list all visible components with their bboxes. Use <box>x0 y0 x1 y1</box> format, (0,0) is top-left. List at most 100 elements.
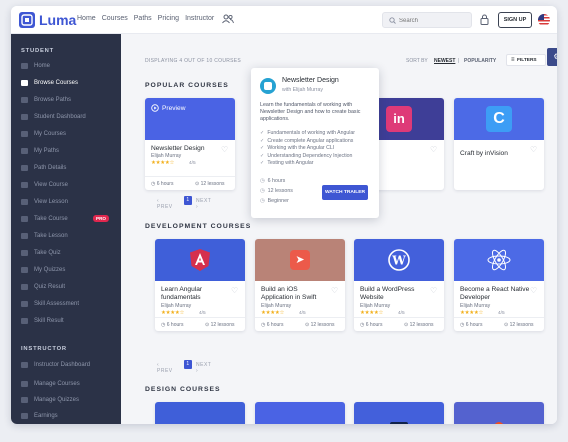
pagination-next[interactable]: NEXT › <box>196 198 211 210</box>
course-author: Elijah Murray <box>151 153 182 159</box>
pagination-next[interactable]: NEXT › <box>196 362 211 374</box>
course-title[interactable]: Craft by inVision <box>460 150 530 158</box>
sidebar-item-browse-courses[interactable]: Browse Courses <box>21 78 78 88</box>
sidebar-item-instructor-dashboard[interactable]: Instructor Dashboard <box>21 360 90 370</box>
course-thumbnail: Ps <box>354 402 444 424</box>
course-card-design-3[interactable]: Ps <box>354 402 444 424</box>
sidebar-item-label: View Course <box>34 182 68 188</box>
course-title[interactable]: Learn Angular fundamentals <box>161 286 231 302</box>
angular-logo-icon <box>190 249 210 271</box>
course-card-wordpress[interactable]: W Build a WordPress Website Elijah Murra… <box>354 239 444 331</box>
quiz-icon <box>21 250 28 256</box>
pagination-prev[interactable]: ‹ PREV <box>157 198 173 210</box>
nav-paths[interactable]: Paths <box>134 15 152 22</box>
course-author: Elijah Murray <box>261 303 292 309</box>
course-hours: ◷ 6 hours <box>261 322 284 328</box>
popover-title[interactable]: Newsletter Design <box>282 77 339 84</box>
search-input[interactable] <box>399 16 469 25</box>
course-meta: ◷ 6 hours ⊙ 12 lessons <box>354 317 444 331</box>
sidebar-item-label: Path Details <box>34 165 67 171</box>
favorite-heart-icon[interactable]: ♡ <box>430 286 437 295</box>
paths-icon <box>21 97 28 103</box>
home-icon <box>21 63 28 69</box>
sidebar-item-path-details[interactable]: Path Details <box>21 163 66 173</box>
favorite-heart-icon[interactable]: ♡ <box>231 286 238 295</box>
sidebar-item-earnings[interactable]: Earnings <box>21 411 58 421</box>
favorite-heart-icon[interactable]: ♡ <box>530 286 537 295</box>
course-title[interactable]: Newsletter Design <box>151 145 221 153</box>
dashboard-icon <box>21 362 28 368</box>
course-card-design-1[interactable] <box>155 402 245 424</box>
sort-popularity-link[interactable]: POPULARITY <box>464 58 496 64</box>
sort-newest-link[interactable]: NEWEST <box>434 58 455 64</box>
course-card-design-4[interactable] <box>454 402 544 424</box>
section-development-heading: DEVELOPMENT COURSES <box>145 223 252 230</box>
course-card-craft[interactable]: C Craft by inVision ♡ <box>454 98 544 190</box>
nav-instructor[interactable]: Instructor <box>185 15 214 22</box>
favorite-heart-icon[interactable]: ♡ <box>430 145 437 154</box>
course-meta: ◷ 6 hours ⊙ 12 lessons <box>255 317 345 331</box>
nav-home[interactable]: Home <box>77 15 96 22</box>
sidebar-item-my-quizzes[interactable]: My Quizzes <box>21 265 65 275</box>
course-thumbnail <box>255 402 345 424</box>
preview-label[interactable]: Preview <box>151 104 185 112</box>
sidebar-item-student-dashboard[interactable]: Student Dashboard <box>21 112 86 122</box>
language-flag-icon[interactable] <box>538 14 550 26</box>
sidebar-item-manage-quizzes[interactable]: Manage Quizzes <box>21 395 79 405</box>
logo-icon[interactable] <box>19 12 35 28</box>
course-card-design-2[interactable] <box>255 402 345 424</box>
sidebar-item-my-paths[interactable]: My Paths <box>21 146 59 156</box>
signup-button[interactable]: SIGN UP <box>498 12 532 28</box>
course-card-swift[interactable]: ➤ Build an iOS Application in Swift Elij… <box>255 239 345 331</box>
feature-item: Fundamentals of working with Angular <box>260 130 355 138</box>
sidebar-item-skill-result[interactable]: Skill Result <box>21 316 64 326</box>
favorite-heart-icon[interactable]: ♡ <box>530 145 537 154</box>
course-card-newsletter[interactable]: Preview Newsletter Design Elijah Murray … <box>145 98 235 190</box>
course-title[interactable]: Build an iOS Application in Swift <box>261 286 331 302</box>
sidebar-item-take-course[interactable]: Take Course <box>21 214 68 224</box>
sidebar-item-label: Skill Result <box>34 318 64 324</box>
users-icon[interactable] <box>222 14 234 24</box>
sidebar-item-label: Take Quiz <box>34 250 61 256</box>
nav-pricing[interactable]: Pricing <box>158 15 179 22</box>
course-title[interactable]: Build a WordPress Website <box>360 286 430 302</box>
course-lessons: ⊙ 12 lessons <box>404 322 434 328</box>
rating-stars: ★★★★☆ <box>360 310 384 316</box>
pagination-prev[interactable]: ‹ PREV <box>157 362 173 374</box>
course-card-react[interactable]: Become a React Native Developer Elijah M… <box>454 239 544 331</box>
sidebar-item-view-lesson[interactable]: View Lesson <box>21 197 68 207</box>
settings-gear-icon[interactable]: ⚙ <box>547 48 557 66</box>
sidebar-item-view-course[interactable]: View Course <box>21 180 68 190</box>
sidebar-item-skill-assessment[interactable]: Skill Assessment <box>21 299 79 309</box>
filters-button[interactable]: FILTERS <box>506 54 546 66</box>
photoshop-logo-icon: Ps <box>390 422 408 424</box>
course-title[interactable]: Become a React Native Developer <box>460 286 530 302</box>
course-card-angular[interactable]: Learn Angular fundamentals Elijah Murray… <box>155 239 245 331</box>
sidebar-item-manage-courses[interactable]: Manage Courses <box>21 379 80 389</box>
course-author: Elijah Murray <box>161 303 192 309</box>
watch-trailer-button[interactable]: WATCH TRAILER <box>322 185 368 200</box>
nav-courses[interactable]: Courses <box>102 15 128 22</box>
search-box <box>382 12 472 28</box>
sidebar-item-browse-paths[interactable]: Browse Paths <box>21 95 71 105</box>
sidebar-item-take-quiz[interactable]: Take Quiz <box>21 248 61 258</box>
sidebar-item-quiz-result[interactable]: Quiz Result <box>21 282 65 292</box>
sidebar-item-my-courses[interactable]: My Courses <box>21 129 66 139</box>
popover-author: with Elijah Murray <box>282 87 323 93</box>
brand-name[interactable]: Luma <box>39 12 76 28</box>
lock-icon[interactable] <box>480 14 489 25</box>
sidebar-item-label: Earnings <box>34 413 58 419</box>
pagination-page[interactable]: 1 <box>184 196 192 205</box>
section-popular-heading: POPULAR COURSES <box>145 82 229 89</box>
sidebar-item-label: Home <box>34 63 51 69</box>
sidebar-item-take-lesson[interactable]: Take Lesson <box>21 231 68 241</box>
course-thumbnail <box>155 239 245 281</box>
sidebar-heading-instructor: INSTRUCTOR <box>21 346 67 352</box>
sidebar-item-label: Instructor Dashboard <box>34 362 91 368</box>
rating-value: 4/5 <box>498 311 505 316</box>
pagination-page[interactable]: 1 <box>184 360 192 369</box>
sidebar-item-home[interactable]: Home <box>21 61 50 71</box>
favorite-heart-icon[interactable]: ♡ <box>331 286 338 295</box>
course-thumbnail <box>454 239 544 281</box>
favorite-heart-icon[interactable]: ♡ <box>221 145 228 154</box>
